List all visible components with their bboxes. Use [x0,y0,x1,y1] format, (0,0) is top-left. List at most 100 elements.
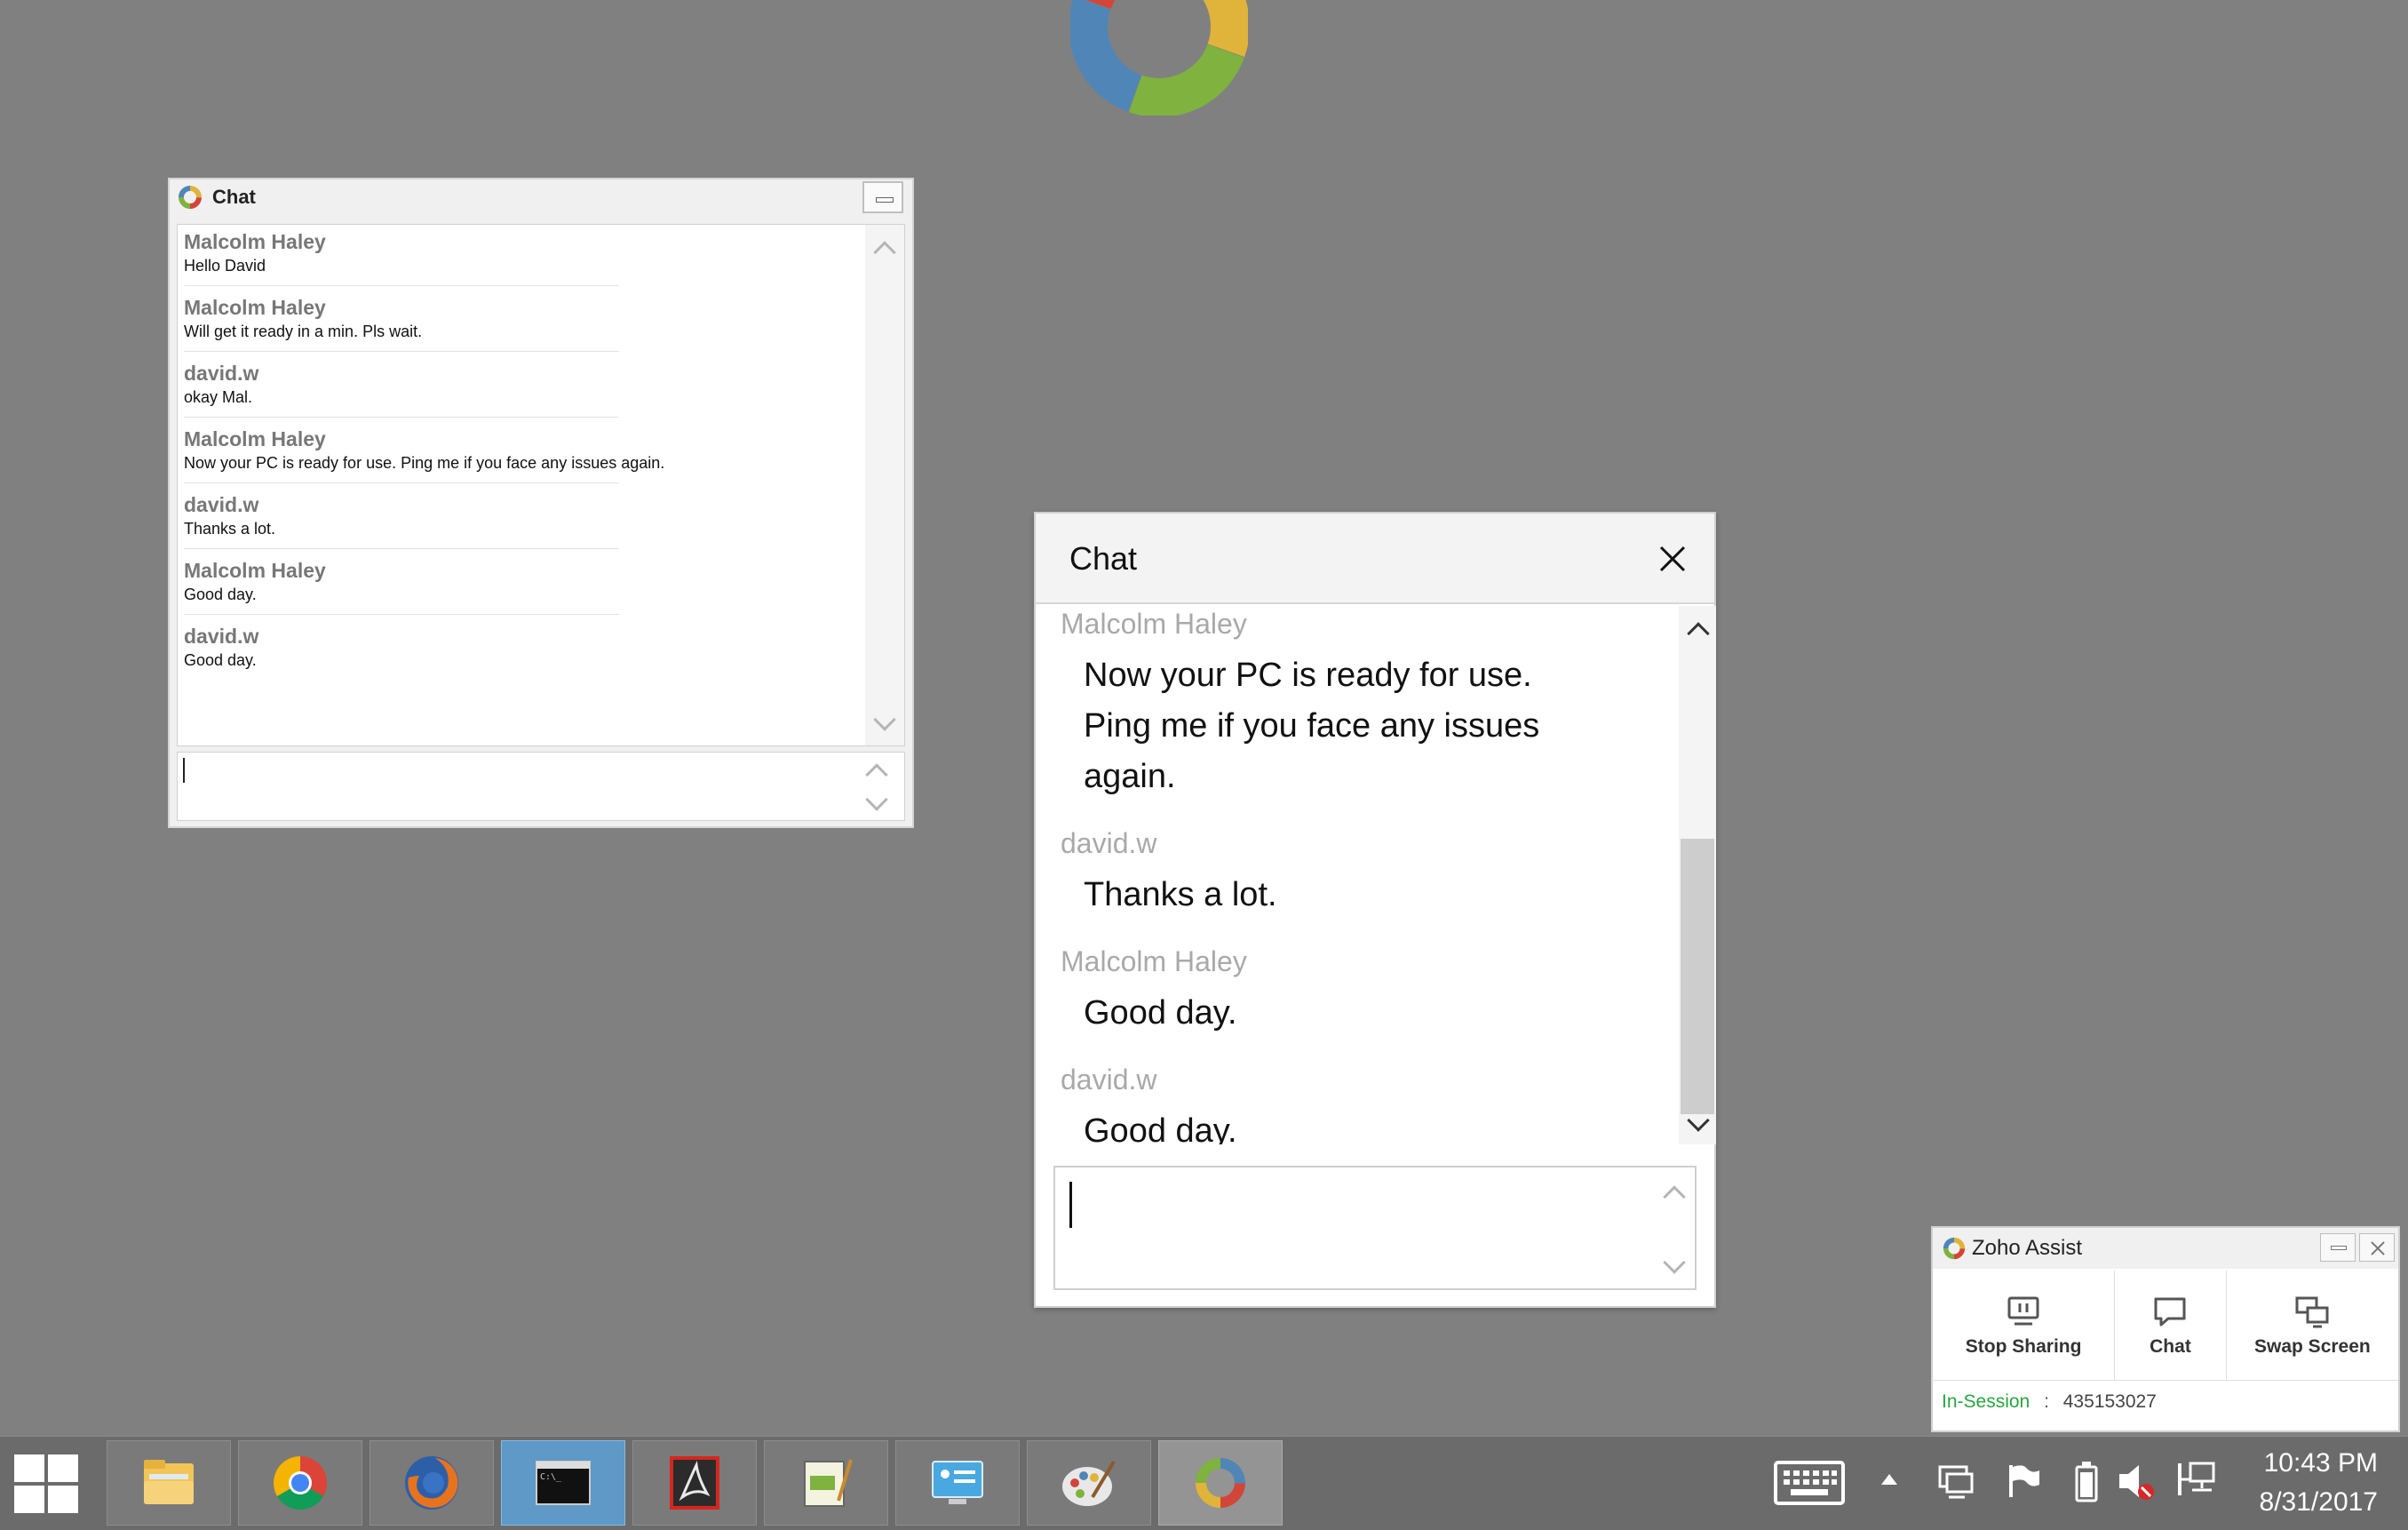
notepad-icon [804,1459,853,1507]
message-sender: david.w [1061,1064,1157,1096]
taskbar-command-prompt[interactable]: C:\_ [501,1440,625,1526]
message-text-line: Ping me if you face any issues [1084,707,1540,745]
message-sender: Malcolm Haley [184,230,326,253]
small-chat-window: Chat Malcolm Haley Hello David Malcolm H… [168,178,914,828]
chat-button[interactable]: Chat [2115,1271,2227,1380]
zoho-assist-titlebar[interactable]: Zoho Assist [1933,1228,2398,1269]
message-text-line: Good day. [1084,1112,1237,1144]
list-item: Malcolm Haley Good day. [1036,944,1675,1039]
close-icon[interactable] [1657,544,1688,574]
small-chat-title: Chat [212,186,256,208]
command-prompt-icon: C:\_ [536,1461,591,1505]
zoho-minimize-button[interactable] [2320,1233,2356,1262]
message-text-line: again. [1084,758,1176,795]
zoho-close-button[interactable] [2359,1233,2395,1262]
small-chat-titlebar[interactable]: Chat [170,179,912,215]
scroll-down-icon[interactable] [865,788,888,811]
taskbar-notepad[interactable] [764,1440,888,1526]
list-item: david.w Good day. [1036,1062,1675,1144]
chat-dialog-scrollbar[interactable] [1679,606,1716,1144]
small-chat-input[interactable] [177,752,905,821]
scroll-up-icon[interactable] [1687,622,1710,645]
message-text: okay Mal. [184,388,253,406]
clock-time: 10:43 PM [2263,1448,2378,1478]
taskbar-chrome[interactable] [238,1440,362,1526]
message-sender: david.w [184,362,259,385]
chat-dialog-header: Chat [1036,514,1714,604]
small-chat-scrollbar[interactable] [865,225,904,745]
firefox-icon [405,1456,458,1510]
scroll-down-icon[interactable] [873,708,896,731]
session-status-separator: : [2044,1391,2049,1412]
message-text-line: Good day. [1084,994,1237,1032]
stop-sharing-icon [2007,1296,2039,1325]
network-icon[interactable] [2176,1460,2217,1502]
stop-sharing-button[interactable]: Stop Sharing [1933,1271,2116,1380]
message-sender: Malcolm Haley [1061,608,1247,640]
chrome-icon [273,1456,327,1510]
touch-keyboard-icon[interactable] [1773,1460,1846,1506]
chat-label: Chat [2150,1335,2191,1357]
chat-dialog-message-list[interactable]: Malcolm Haley Now your PC is ready for u… [1036,606,1716,1144]
scrollbar-thumb[interactable] [1681,839,1714,1114]
message-text: Will get it ready in a min. Pls wait. [184,323,423,340]
chat-dialog-input[interactable] [1053,1166,1697,1290]
zoho-assist-widget: Zoho Assist Stop Sharing Chat Swap Scree… [1931,1226,2400,1432]
message-sender: Malcolm Haley [184,427,326,450]
taskbar-control-panel[interactable] [895,1440,1020,1526]
scroll-down-icon[interactable] [1663,1251,1686,1274]
swap-screen-label: Swap Screen [2254,1335,2371,1357]
chat-dialog-input-scrollbar[interactable] [1654,1167,1695,1288]
list-item: david.w Thanks a lot. [1036,825,1675,920]
taskbar-clock[interactable]: 10:43 PM 8/31/2017 [2260,1444,2378,1522]
volume-muted-icon[interactable] [2116,1460,2157,1502]
taskbar-file-explorer[interactable] [107,1440,231,1526]
file-explorer-icon [144,1460,194,1504]
list-item: Malcolm Haley Hello David [178,228,853,294]
divider [184,351,619,352]
message-text-line: Now your PC is ready for use. [1084,657,1532,694]
taskbar: C:\_ 10:43 PM 8/31/2017 [0,1436,2408,1530]
divider [184,417,619,418]
swap-screen-button[interactable]: Swap Screen [2227,1271,2398,1380]
control-panel-icon [932,1461,983,1504]
chat-dialog-title: Chat [1069,540,1138,577]
list-item: Malcolm Haley Now your PC is ready for u… [1036,606,1675,802]
small-chat-message-list[interactable]: Malcolm Haley Hello David Malcolm Haley … [177,224,905,746]
list-item: david.w Thanks a lot. [178,491,853,557]
stop-sharing-label: Stop Sharing [1965,1335,2082,1357]
taskbar-zoho-assist[interactable] [1158,1440,1283,1526]
text-caret [183,758,185,783]
small-chat-minimize-button[interactable] [862,181,903,213]
clock-date: 8/31/2017 [2259,1487,2378,1517]
scroll-up-icon[interactable] [873,241,896,264]
taskbar-acrobat[interactable] [632,1440,757,1526]
message-text-line: Thanks a lot. [1084,876,1277,913]
small-chat-input-scrollbar[interactable] [849,753,904,820]
session-status-label: In-Session [1942,1391,2031,1412]
zoho-assist-title: Zoho Assist [1972,1236,2083,1260]
battery-icon[interactable] [2073,1460,2100,1502]
divider [184,614,619,615]
list-item: Malcolm Haley Good day. [178,557,853,623]
list-item: david.w okay Mal. [178,360,853,426]
text-caret [1069,1182,1072,1228]
taskbar-paint[interactable] [1027,1440,1151,1526]
list-item: Malcolm Haley Now your PC is ready for u… [178,426,853,491]
zoho-assist-icon [1943,1237,1966,1260]
session-status: In-Session : 435153027 [1942,1391,2157,1413]
message-sender: david.w [184,493,259,516]
scroll-up-icon[interactable] [1663,1185,1686,1208]
message-sender: Malcolm Haley [184,559,326,582]
acrobat-icon [670,1456,719,1510]
message-sender: david.w [1061,827,1157,859]
show-hidden-icons-icon[interactable] [1880,1472,1899,1486]
message-text: Good day. [184,651,257,669]
taskbar-firefox[interactable] [370,1440,494,1526]
divider [184,548,619,549]
action-center-flag-icon[interactable] [2004,1462,2043,1501]
scroll-up-icon[interactable] [865,763,888,786]
message-sender: david.w [184,625,259,648]
zoho-assist-tray-icon[interactable] [1936,1462,1975,1501]
windows-start-icon[interactable] [12,1453,80,1515]
